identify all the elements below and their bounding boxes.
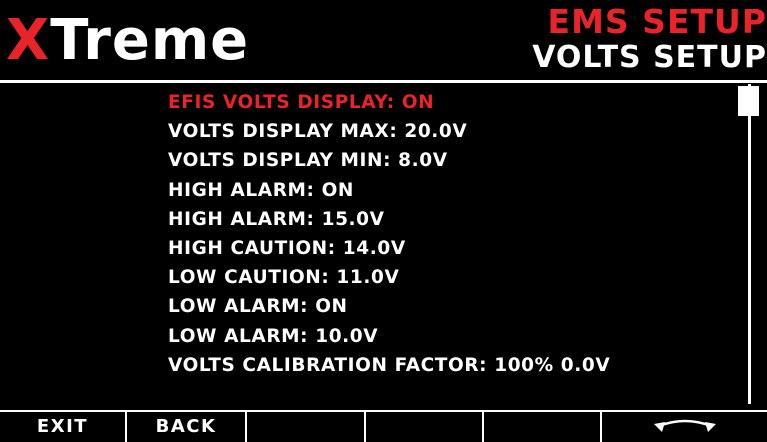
rotary-knob-button[interactable] xyxy=(602,412,767,442)
back-button[interactable]: BACK xyxy=(127,412,247,442)
scrollbar-track[interactable] xyxy=(748,84,751,404)
menu-item-volts-calibration[interactable]: VOLTS CALIBRATION FACTOR: 100% 0.0V xyxy=(168,351,728,380)
logo-accent: X xyxy=(6,8,51,73)
menu-item-low-caution[interactable]: LOW CAUTION: 11.0V xyxy=(168,263,728,292)
ems-screen: XTreme EMS SETUP VOLTS SETUP EFIS VOLTS … xyxy=(0,0,767,442)
title-block: EMS SETUP VOLTS SETUP xyxy=(532,4,767,76)
settings-menu: EFIS VOLTS DISPLAY: ON VOLTS DISPLAY MAX… xyxy=(168,88,728,380)
menu-item-high-alarm-value[interactable]: HIGH ALARM: 15.0V xyxy=(168,205,728,234)
menu-item-high-alarm-enable[interactable]: HIGH ALARM: ON xyxy=(168,176,728,205)
menu-item-low-alarm-value[interactable]: LOW ALARM: 10.0V xyxy=(168,322,728,351)
menu-item-efis-volts-display[interactable]: EFIS VOLTS DISPLAY: ON xyxy=(168,88,728,117)
page-title: EMS SETUP xyxy=(547,2,767,41)
logo-text: Treme xyxy=(50,8,250,73)
xtreme-logo: XTreme xyxy=(6,8,249,74)
header-divider xyxy=(0,80,767,83)
page-subtitle: VOLTS SETUP xyxy=(532,40,767,75)
exit-button[interactable]: EXIT xyxy=(0,412,127,442)
scrollbar-thumb[interactable] xyxy=(738,86,759,116)
softkey-3-button[interactable] xyxy=(247,412,366,442)
rotary-knob-icon xyxy=(653,419,716,432)
softkey-4-button[interactable] xyxy=(366,412,484,442)
softkey-bar: EXIT BACK xyxy=(0,410,767,442)
menu-item-high-caution[interactable]: HIGH CAUTION: 14.0V xyxy=(168,234,728,263)
header: XTreme EMS SETUP VOLTS SETUP xyxy=(0,0,767,80)
menu-item-low-alarm-enable[interactable]: LOW ALARM: ON xyxy=(168,292,728,321)
menu-item-volts-display-max[interactable]: VOLTS DISPLAY MAX: 20.0V xyxy=(168,117,728,146)
menu-item-volts-display-min[interactable]: VOLTS DISPLAY MIN: 8.0V xyxy=(168,146,728,175)
softkey-5-button[interactable] xyxy=(484,412,602,442)
